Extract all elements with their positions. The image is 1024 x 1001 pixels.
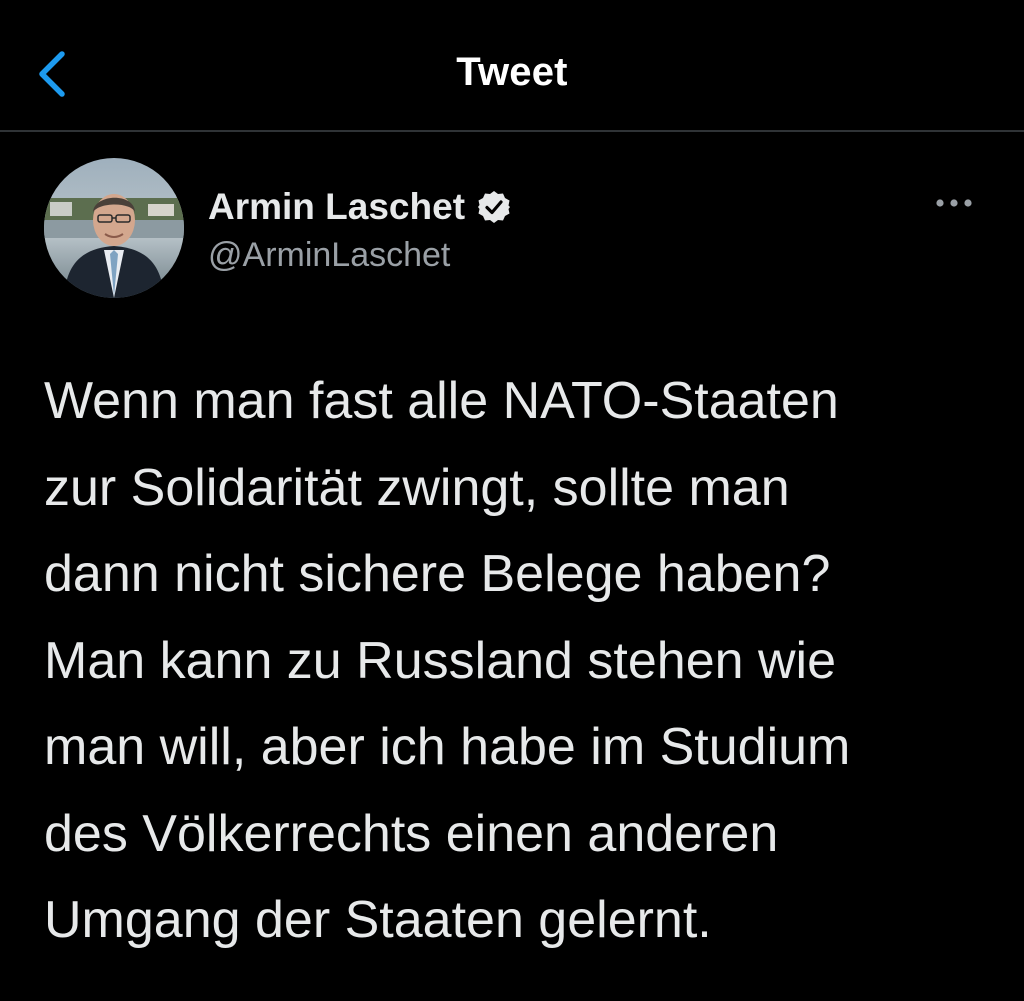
- more-options-button[interactable]: [932, 188, 976, 218]
- tweet-text-line: zur Solidarität zwingt, sollte man: [44, 458, 790, 517]
- tweet-text: Wenn man fast alle NATO-Staaten zur Soli…: [44, 358, 984, 964]
- verified-badge-icon: [477, 190, 511, 224]
- user-handle[interactable]: @ArminLaschet: [208, 236, 450, 275]
- avatar[interactable]: [44, 158, 184, 298]
- tweet-text-line: dann nicht sichere Belege haben?: [44, 545, 831, 603]
- tweet-text-line: Wenn man fast alle NATO-Staaten: [44, 372, 839, 430]
- display-name[interactable]: Armin Laschet: [208, 186, 465, 228]
- tweet-text-line: des Völkerrechts einen anderen: [44, 804, 779, 863]
- more-horizontal-icon: [936, 199, 972, 207]
- tweet-author: Armin Laschet @ArminLaschet: [44, 158, 984, 298]
- profile-photo: [44, 158, 184, 298]
- tweet-text-line: Umgang der Staaten gelernt.: [44, 891, 712, 949]
- name-row: Armin Laschet: [208, 184, 511, 230]
- tweet-text-line: man will, aber ich habe im Studium: [44, 718, 851, 776]
- tweet-text-line: Man kann zu Russland stehen wie: [44, 631, 837, 690]
- top-bar: Tweet: [0, 0, 1024, 132]
- page-title: Tweet: [456, 50, 568, 94]
